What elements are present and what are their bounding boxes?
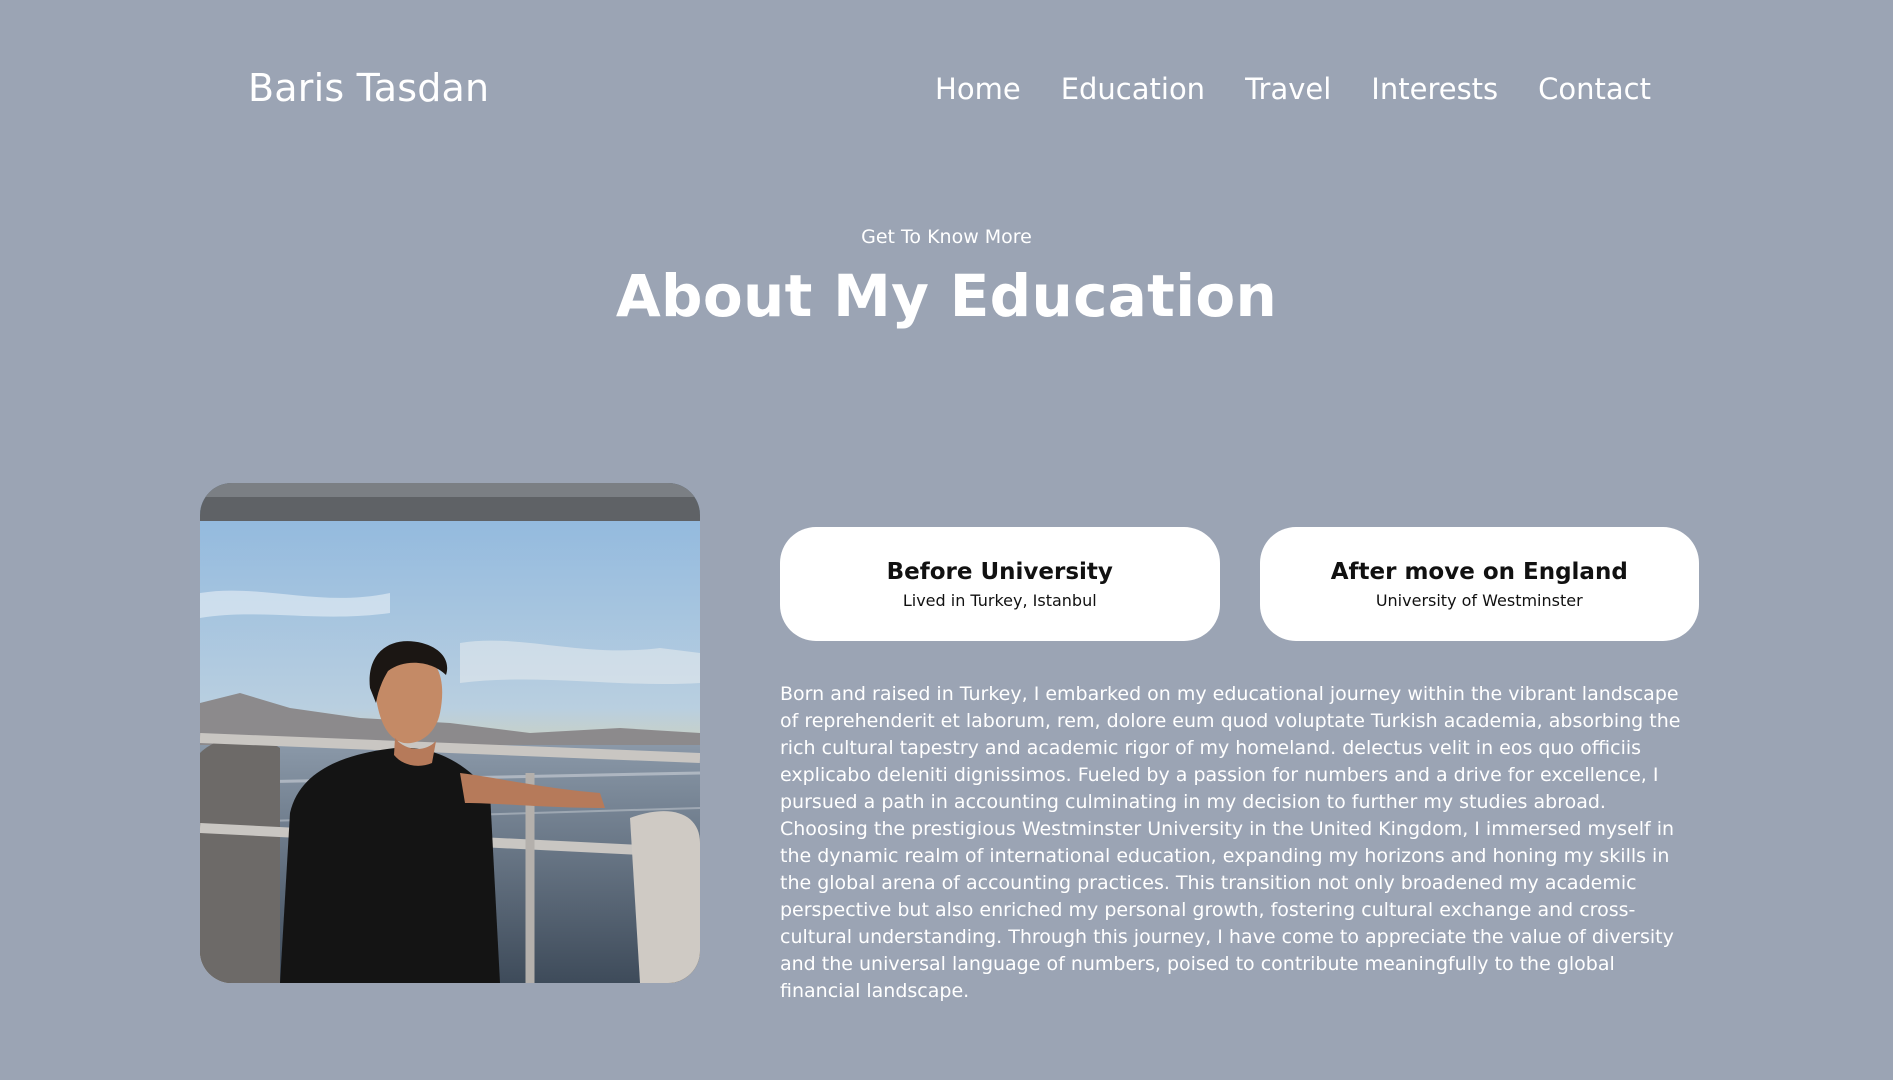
profile-photo <box>200 483 700 983</box>
nav-link-home[interactable]: Home <box>935 72 1021 106</box>
card-title: Before University <box>886 558 1113 585</box>
nav-link-contact[interactable]: Contact <box>1538 72 1651 106</box>
profile-photo-image <box>200 483 700 983</box>
nav-link-travel[interactable]: Travel <box>1245 72 1331 106</box>
education-cards: Before University Lived in Turkey, Istan… <box>780 527 1699 641</box>
nav-link-education[interactable]: Education <box>1061 72 1205 106</box>
card-title: After move on England <box>1330 558 1628 585</box>
about-paragraph: Born and raised in Turkey, I embarked on… <box>780 683 1681 1002</box>
card-before-university: Before University Lived in Turkey, Istan… <box>780 527 1220 641</box>
card-subtitle: Lived in Turkey, Istanbul <box>902 590 1097 610</box>
card-after-move: After move on England University of West… <box>1259 527 1699 641</box>
nav-item-contact: Contact <box>1538 72 1651 106</box>
section-header: Get To Know More About My Education <box>0 226 1893 330</box>
nav-links: Home Education Travel Interests Contact <box>935 72 1651 106</box>
section-title: About My Education <box>615 262 1278 330</box>
nav-item-travel: Travel <box>1245 72 1331 106</box>
nav-item-interests: Interests <box>1371 72 1498 106</box>
card-subtitle: University of Westminster <box>1375 590 1583 610</box>
nav-link-interests[interactable]: Interests <box>1371 72 1498 106</box>
section-eyebrow: Get To Know More <box>861 226 1032 248</box>
nav-item-education: Education <box>1061 72 1205 106</box>
nav-item-home: Home <box>935 72 1021 106</box>
navbar: Baris Tasdan Home Education Travel Inter… <box>0 0 1893 180</box>
site-logo[interactable]: Baris Tasdan <box>248 66 489 110</box>
